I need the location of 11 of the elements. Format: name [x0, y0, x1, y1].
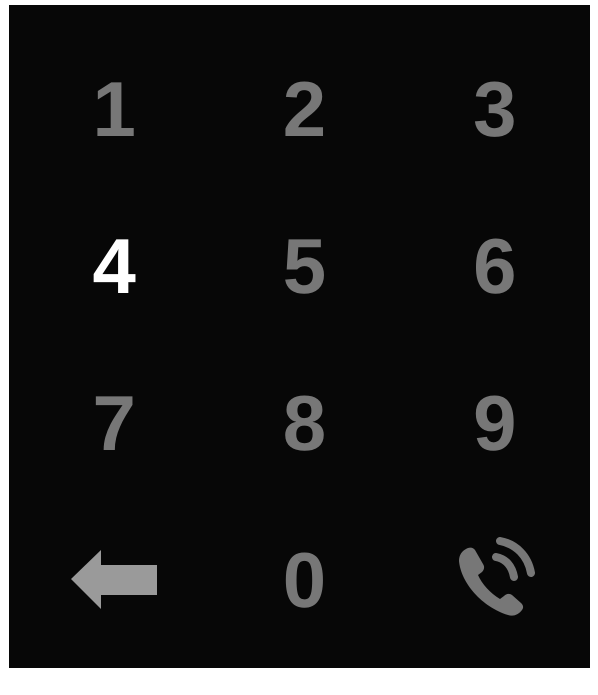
- digit-key[interactable]: 6: [469, 226, 521, 304]
- digit-key[interactable]: 8: [278, 384, 330, 462]
- digit-key[interactable]: 5: [278, 226, 330, 304]
- digit-key[interactable]: 9: [469, 384, 521, 462]
- digit-key[interactable]: 1: [88, 70, 140, 148]
- digit-key[interactable]: 2: [278, 70, 330, 148]
- left-arrow-icon: [71, 550, 158, 610]
- digit-key[interactable]: 3: [469, 70, 521, 148]
- digit-key[interactable]: 4: [88, 226, 140, 304]
- digit-key[interactable]: 7: [88, 384, 140, 462]
- digit-key[interactable]: 0: [278, 540, 330, 618]
